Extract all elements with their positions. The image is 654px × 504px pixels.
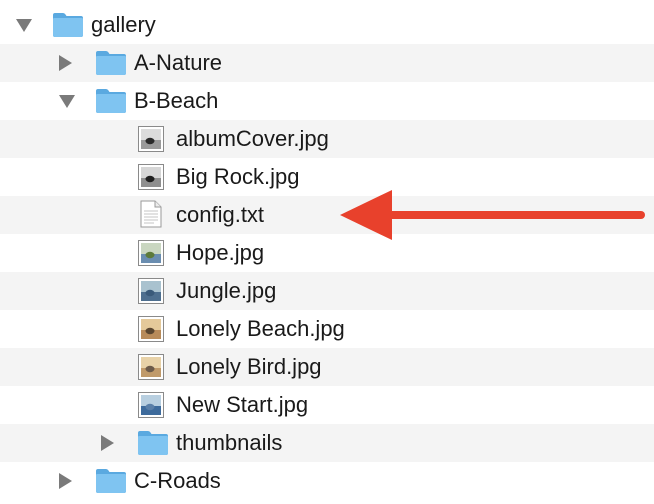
tree-row-c-roads[interactable]: C-Roads <box>0 462 654 500</box>
tree-row-a-nature[interactable]: A-Nature <box>0 44 654 82</box>
tree-row-big-rock-jpg[interactable]: Big Rock.jpg <box>0 158 654 196</box>
image-thumbnail-icon <box>138 316 164 347</box>
tree-row-new-start-jpg[interactable]: New Start.jpg <box>0 386 654 424</box>
tree-row-label: Jungle.jpg <box>176 278 277 303</box>
tree-row-albumcover-jpg[interactable]: albumCover.jpg <box>0 120 654 158</box>
tree-row-label: albumCover.jpg <box>176 126 329 151</box>
tree-row-label: thumbnails <box>176 430 283 455</box>
disclosure-closed-icon[interactable] <box>59 55 72 71</box>
tree-row-label: B-Beach <box>134 88 219 113</box>
folder-icon <box>95 48 127 81</box>
file-tree: gallery A-Nature B-Beach albumCover.jpg Big … <box>0 0 654 504</box>
tree-row-jungle-jpg[interactable]: Jungle.jpg <box>0 272 654 310</box>
disclosure-closed-icon[interactable] <box>59 473 72 489</box>
disclosure-closed-icon[interactable] <box>101 435 114 451</box>
folder-icon <box>52 10 84 43</box>
tree-row-gallery[interactable]: gallery <box>0 6 654 44</box>
tree-row-label: Lonely Bird.jpg <box>176 354 322 379</box>
folder-icon <box>95 86 127 119</box>
tree-row-label: Lonely Beach.jpg <box>176 316 345 341</box>
tree-row-label: gallery <box>91 12 156 37</box>
folder-icon <box>137 428 169 461</box>
disclosure-open-icon[interactable] <box>16 19 32 32</box>
tree-row-config-txt[interactable]: config.txt <box>0 196 654 234</box>
image-thumbnail-icon <box>138 126 164 157</box>
tree-row-hope-jpg[interactable]: Hope.jpg <box>0 234 654 272</box>
tree-row-lonely-beach-jpg[interactable]: Lonely Beach.jpg <box>0 310 654 348</box>
image-thumbnail-icon <box>138 354 164 385</box>
tree-row-label: Big Rock.jpg <box>176 164 300 189</box>
tree-row-label: config.txt <box>176 202 265 227</box>
disclosure-open-icon[interactable] <box>59 95 75 108</box>
tree-row-label: Hope.jpg <box>176 240 265 265</box>
image-thumbnail-icon <box>138 240 164 271</box>
image-thumbnail-icon <box>138 278 164 309</box>
image-thumbnail-icon <box>138 164 164 195</box>
tree-row-b-beach[interactable]: B-Beach <box>0 82 654 120</box>
image-thumbnail-icon <box>138 392 164 423</box>
tree-row-label: New Start.jpg <box>176 392 309 417</box>
tree-row-thumbnails[interactable]: thumbnails <box>0 424 654 462</box>
tree-row-lonely-bird-jpg[interactable]: Lonely Bird.jpg <box>0 348 654 386</box>
tree-row-label: A-Nature <box>134 50 223 75</box>
tree-row-label: C-Roads <box>134 468 221 493</box>
text-file-icon <box>140 200 162 233</box>
folder-icon <box>95 466 127 499</box>
